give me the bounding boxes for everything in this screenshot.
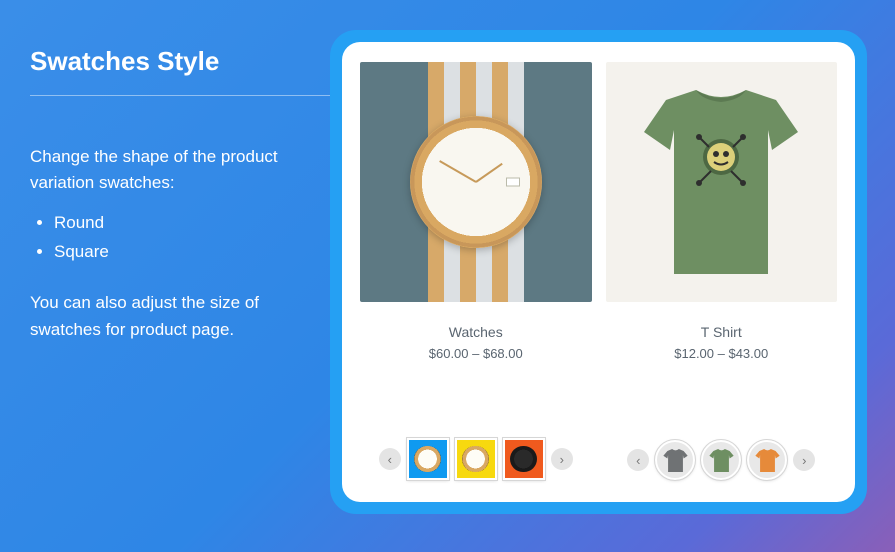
swatch-prev-button[interactable]: ‹ [379, 448, 401, 470]
product-card-watches: Watches $60.00 – $68.00 ‹ › [360, 62, 592, 480]
swatch-round-3[interactable] [747, 440, 787, 480]
product-price: $60.00 – $68.00 [360, 346, 592, 361]
swatch-next-button[interactable]: › [551, 448, 573, 470]
swatch-round-1[interactable] [655, 440, 695, 480]
swatch-square-3[interactable] [503, 438, 545, 480]
swatch-next-button[interactable]: › [793, 449, 815, 471]
chevron-left-icon: ‹ [388, 452, 392, 467]
preview-inner: Watches $60.00 – $68.00 ‹ › [342, 42, 855, 502]
swatch-square-1[interactable] [407, 438, 449, 480]
intro-text: Change the shape of the product variatio… [30, 144, 330, 197]
swatch-prev-button[interactable]: ‹ [627, 449, 649, 471]
swatch-row-watches: ‹ › [360, 418, 592, 480]
option-round: Round [54, 209, 330, 238]
options-list: Round Square [54, 209, 330, 267]
chevron-left-icon: ‹ [636, 453, 640, 468]
option-square: Square [54, 238, 330, 267]
info-sidebar: Swatches Style Change the shape of the p… [30, 30, 330, 514]
product-title[interactable]: Watches [360, 324, 592, 340]
chevron-right-icon: › [560, 452, 564, 467]
preview-panel: Watches $60.00 – $68.00 ‹ › [330, 30, 867, 514]
swatch-square-2[interactable] [455, 438, 497, 480]
product-price: $12.00 – $43.00 [606, 346, 838, 361]
product-image-tshirt[interactable] [606, 62, 838, 302]
product-image-watches[interactable] [360, 62, 592, 302]
swatch-row-tshirt: ‹ › [606, 420, 838, 480]
swatch-round-2[interactable] [701, 440, 741, 480]
product-title[interactable]: T Shirt [606, 324, 838, 340]
page-title: Swatches Style [30, 46, 330, 77]
divider [30, 95, 330, 96]
note-text: You can also adjust the size of swatches… [30, 290, 330, 343]
product-card-tshirt: T Shirt $12.00 – $43.00 ‹ › [606, 62, 838, 480]
chevron-right-icon: › [802, 453, 806, 468]
